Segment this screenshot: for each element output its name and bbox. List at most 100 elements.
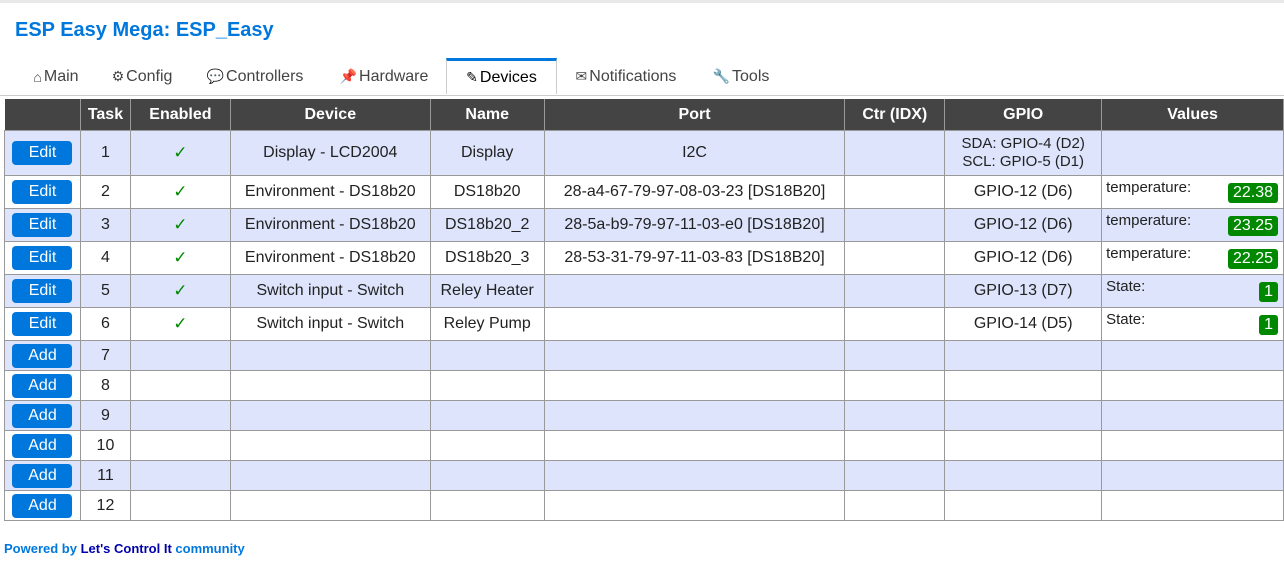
task-number: 12 [79,490,131,521]
table-row: Add 11 [4,460,1284,491]
edit-button[interactable]: Edit [12,141,73,165]
add-button[interactable]: Add [12,493,73,518]
add-button[interactable]: Add [12,403,73,428]
header-ctr-idx: Ctr (IDX) [844,99,946,131]
gpio-cell: GPIO-13 (D7) [944,274,1103,308]
value-label: State: [1106,311,1146,328]
enabled-check-icon: ✓ [173,314,188,333]
footer-prefix: Powered by [4,541,81,556]
tab-config[interactable]: ⚙ Config [107,58,177,95]
controller-idx [844,307,946,341]
footer: Powered by Let's Control It community [4,541,245,556]
lets-control-it-link[interactable]: Let's Control It [81,541,172,556]
device-name: Reley Heater [429,274,545,308]
values-cell: temperature: 22.25 [1102,242,1283,274]
tab-underline [0,95,1284,96]
table-row: Edit 3 ✓ Environment - DS18b20 DS18b20_2… [4,208,1284,242]
edit-button[interactable]: Edit [12,246,73,270]
speech-bubble-icon: 💬 [206,68,225,84]
values-cell: State: 1 [1102,308,1283,340]
tab-label: Notifications [589,67,677,85]
tab-main[interactable]: ⌂ Main [29,58,83,95]
add-button[interactable]: Add [12,373,73,398]
value-badge: 22.38 [1227,183,1278,203]
device-name: Reley Pump [429,307,545,341]
edit-button[interactable]: Edit [12,213,73,237]
tab-label: Devices [479,68,537,86]
task-number: 4 [79,241,131,275]
value-label: State: [1106,278,1146,295]
table-row: Add 10 [4,430,1284,461]
values-cell: State: 1 [1102,275,1283,307]
gear-icon: ⚙ [111,68,125,84]
task-number: 10 [79,430,131,461]
edit-button[interactable]: Edit [12,279,73,303]
gpio-cell: GPIO-14 (D5) [944,307,1103,341]
device-type: Environment - DS18b20 [229,175,431,209]
device-port: 28-53-31-79-97-11-03-83 [DS18B20] [543,241,846,275]
controller-idx [844,130,946,176]
device-name: DS18b20_2 [429,208,545,242]
value-badge: 1 [1259,282,1278,302]
header-port: Port [544,99,846,131]
controller-idx [844,241,946,275]
edit-button[interactable]: Edit [12,180,73,204]
device-port [543,307,846,341]
table-row: Add 12 [4,490,1284,521]
enabled-check-icon: ✓ [173,143,188,162]
task-number: 9 [79,400,131,431]
header-gpio: GPIO [944,99,1103,131]
add-button[interactable]: Add [12,343,73,368]
device-type: Environment - DS18b20 [229,208,431,242]
device-port [543,274,846,308]
tab-devices[interactable]: ✎ Devices [446,58,557,94]
wrench-icon: 🔧 [712,68,731,84]
envelope-icon: ✉ [575,68,588,84]
edit-button[interactable]: Edit [12,312,73,336]
table-row: Edit 6 ✓ Switch input - Switch Reley Pum… [4,307,1284,341]
tab-notifications[interactable]: ✉ Notifications [572,58,680,95]
tab-controllers[interactable]: 💬 Controllers [203,58,307,95]
device-name: DS18b20_3 [429,241,545,275]
values-cell: temperature: 23.25 [1102,209,1283,241]
header-name: Name [430,99,545,131]
values-cell: temperature: 22.38 [1102,176,1283,208]
tab-bar: ⌂ Main ⚙ Config 💬 Controllers 📌 Hardware ✎ De… [15,58,1284,96]
gpio-cell: GPIO-12 (D6) [944,241,1103,275]
enabled-check-icon: ✓ [173,215,188,234]
tab-hardware[interactable]: 📌 Hardware [337,58,431,95]
task-number: 7 [79,340,131,371]
controller-idx [844,208,946,242]
page-title: ESP Easy Mega: ESP_Easy [15,19,274,41]
header-values: Values [1101,99,1284,131]
value-badge: 1 [1259,315,1278,335]
table-row: Edit 4 ✓ Environment - DS18b20 DS18b20_3… [4,241,1284,275]
task-number: 11 [79,460,131,491]
value-label: temperature: [1106,245,1192,262]
tab-label: Controllers [226,67,304,85]
value-badge: 22.25 [1227,249,1278,269]
table-row: Add 8 [4,370,1284,401]
add-button[interactable]: Add [12,433,73,458]
tab-label: Config [126,67,173,85]
table-row: Edit 1 ✓ Display - LCD2004 Display I2C S… [4,130,1284,176]
footer-suffix: community [171,541,245,556]
device-port: I2C [543,130,846,176]
task-number: 5 [79,274,131,308]
tab-label: Tools [732,67,770,85]
table-row: Edit 5 ✓ Switch input - Switch Reley Hea… [4,274,1284,308]
add-button[interactable]: Add [12,463,73,488]
device-name: Display [429,130,545,176]
pushpin-icon: 📌 [339,68,358,84]
device-port: 28-5a-b9-79-97-11-03-e0 [DS18B20] [543,208,846,242]
tab-tools[interactable]: 🔧 Tools [709,58,773,95]
controller-idx [844,274,946,308]
task-number: 2 [79,175,131,209]
table-row: Edit 2 ✓ Environment - DS18b20 DS18b20 2… [4,175,1284,209]
table-row: Add 9 [4,400,1284,431]
enabled-check-icon: ✓ [173,182,188,201]
gpio-scl: SCL: GPIO-5 (D1) [962,153,1085,170]
task-number: 1 [79,130,131,176]
device-type: Display - LCD2004 [229,130,431,176]
values-cell [1101,130,1284,176]
